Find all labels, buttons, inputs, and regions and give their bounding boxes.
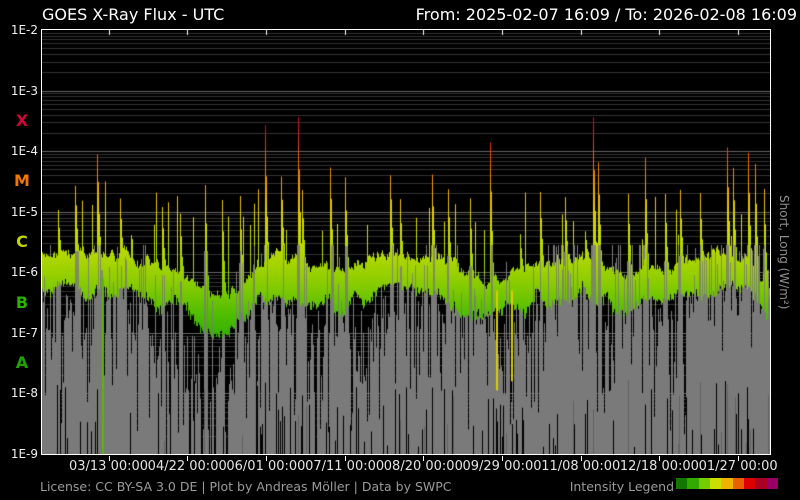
y-tick-label: 1E-3 (10, 83, 38, 98)
y-tick-label: 1E-4 (10, 144, 38, 159)
legend-color-swatch (766, 478, 778, 489)
x-tick-mark (265, 456, 267, 461)
x-tick-label: 12/18 00:00 (619, 459, 699, 474)
x-tick-label: 04/22 00:00 (147, 459, 227, 474)
x-tick-mark (502, 456, 504, 461)
goes-xray-flux-app: { "header": { "title": "GOES X-Ray Flux … (0, 0, 800, 500)
x-tick-mark (108, 456, 110, 461)
x-tick-mark (659, 456, 661, 461)
x-tick-mark (423, 456, 425, 461)
x-tick-mark (580, 456, 582, 461)
date-range: From: 2025-02-07 16:09 / To: 2026-02-08 … (415, 5, 797, 24)
xray-flux-chart (42, 30, 770, 454)
license-text: License: CC BY-SA 3.0 DE | Plot by Andre… (40, 479, 452, 494)
intensity-legend-label: Intensity Legend (569, 479, 674, 494)
x-tick-label: 07/11 00:00 (305, 459, 385, 474)
page-title: GOES X-Ray Flux - UTC (42, 5, 225, 24)
x-tick-label: 06/01 00:00 (226, 459, 306, 474)
legend-color-swatch (698, 478, 710, 489)
plot-area (41, 29, 771, 455)
class-letter-x: X (15, 110, 29, 130)
x-tick-label: 09/29 00:00 (462, 459, 542, 474)
legend-color-swatch (755, 478, 767, 489)
y-tick-label: 1E-8 (10, 386, 38, 401)
x-tick-mark (187, 456, 189, 461)
class-letter-m: M (14, 171, 30, 191)
y-tick-label: 1E-6 (10, 265, 38, 280)
y-tick-label: 1E-9 (10, 447, 38, 461)
y-tick-label: 1E-2 (10, 23, 38, 37)
class-letter-c: C (16, 232, 28, 251)
legend-color-swatch (676, 478, 688, 489)
x-tick-label: 08/20 00:00 (383, 459, 463, 474)
class-letter-a: A (15, 353, 29, 373)
y-tick-label: 1E-5 (10, 204, 38, 219)
intensity-legend-bar (676, 478, 778, 489)
right-axis-label: Short, Long (W/m²) (777, 194, 791, 310)
legend-color-swatch (687, 478, 699, 489)
y-tick-label: 1E-7 (10, 325, 38, 340)
x-tick-label: 01/27 00:00 (698, 459, 778, 474)
legend-color-swatch (721, 478, 733, 489)
legend-color-swatch (732, 478, 744, 489)
class-letter-b: B (15, 292, 29, 312)
legend-color-swatch (709, 478, 722, 489)
x-tick-label: 11/08 00:00 (541, 459, 621, 474)
x-tick-mark (738, 456, 740, 461)
legend-color-swatch (743, 478, 756, 489)
x-tick-label: 03/13 00:00 (68, 459, 149, 474)
x-tick-mark (344, 456, 346, 461)
